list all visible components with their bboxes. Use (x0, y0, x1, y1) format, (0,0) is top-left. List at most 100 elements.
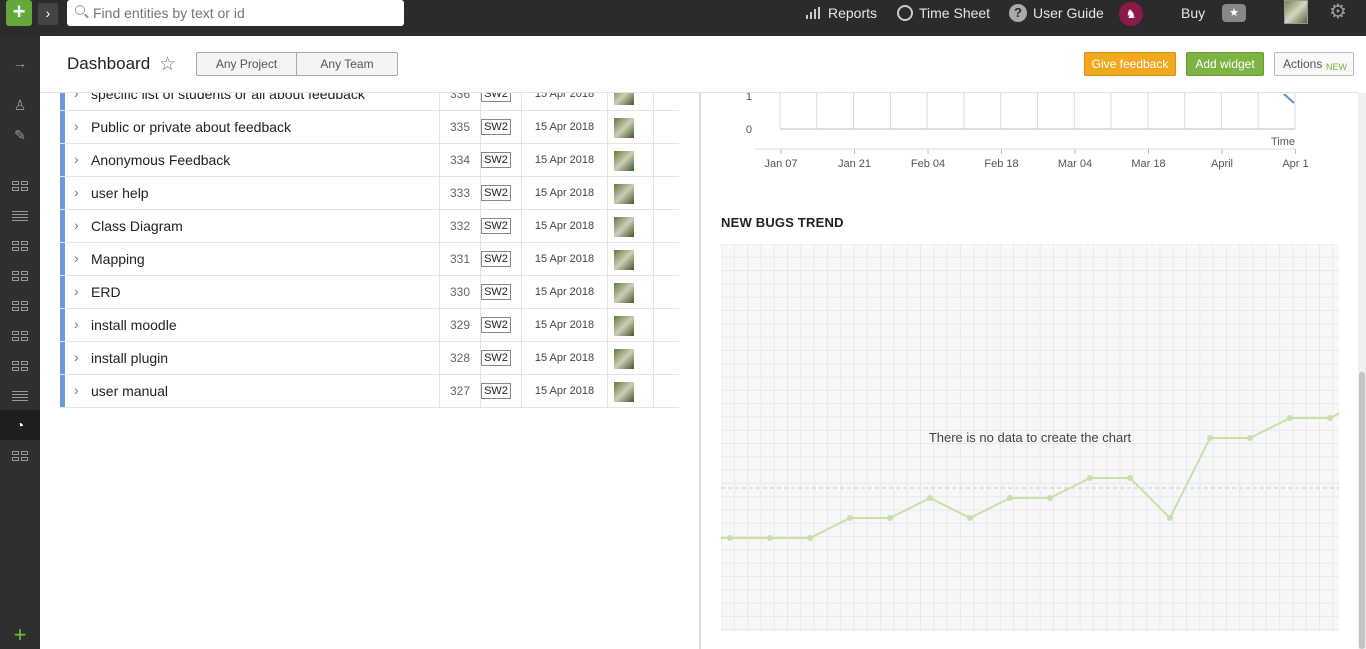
list-item[interactable]: › user manual 327 SW2 15 Apr 2018 (60, 375, 679, 408)
project-tag[interactable]: SW2 (481, 251, 511, 267)
item-name[interactable]: ERD (91, 284, 121, 300)
buy-label: Buy (1181, 5, 1206, 21)
assignee-avatar[interactable] (614, 184, 634, 204)
reports-link[interactable]: Reports (806, 0, 877, 26)
item-id: 330 (439, 276, 480, 308)
add-view-plus-icon[interactable]: + (0, 621, 40, 649)
board-icon[interactable] (0, 290, 40, 320)
row-color-stripe (60, 111, 65, 143)
list-item[interactable]: › user help 333 SW2 15 Apr 2018 (60, 177, 679, 210)
row-end-cell (653, 177, 679, 209)
item-name[interactable]: Class Diagram (91, 218, 183, 234)
dashboard-gauge-icon[interactable]: ◔ (0, 410, 40, 440)
expand-chevron-icon[interactable]: › (74, 316, 79, 332)
locked-board-icon[interactable] (0, 440, 40, 470)
data-point (967, 515, 973, 521)
item-name[interactable]: user help (91, 185, 149, 201)
data-point (727, 535, 733, 541)
project-tag[interactable]: SW2 (481, 317, 511, 333)
project-tag[interactable]: SW2 (481, 350, 511, 366)
tag-cell: SW2 (480, 144, 521, 176)
list-item[interactable]: › Class Diagram 332 SW2 15 Apr 2018 (60, 210, 679, 243)
chat-bubble-icon[interactable]: ★ (1222, 4, 1246, 22)
item-name[interactable]: install plugin (91, 350, 168, 366)
person-icon[interactable]: ♙ (0, 90, 40, 120)
expand-chevron-icon[interactable]: › (74, 283, 79, 299)
list-item[interactable]: › Mapping 331 SW2 15 Apr 2018 (60, 243, 679, 276)
row-color-stripe (60, 177, 65, 209)
item-name[interactable]: Anonymous Feedback (91, 152, 230, 168)
board-icon[interactable] (0, 260, 40, 290)
list-view-icon[interactable] (0, 200, 40, 230)
search-box[interactable] (67, 0, 404, 26)
expand-chevron-icon[interactable]: › (74, 382, 79, 398)
row-end-cell (653, 342, 679, 374)
expand-chevron-icon[interactable]: › (74, 217, 79, 233)
item-date: 15 Apr 2018 (521, 177, 607, 209)
project-tag[interactable]: SW2 (481, 383, 511, 399)
assignee-avatar[interactable] (614, 349, 634, 369)
row-end-cell (653, 210, 679, 242)
list-item[interactable]: › Anonymous Feedback 334 SW2 15 Apr 2018 (60, 144, 679, 177)
data-point (1167, 515, 1173, 521)
any-team-filter[interactable]: Any Team (296, 52, 398, 76)
project-tag[interactable]: SW2 (481, 119, 511, 135)
create-plus-button[interactable]: + (6, 0, 32, 26)
any-project-filter[interactable]: Any Project (196, 52, 297, 76)
scrollbar-thumb[interactable] (1359, 372, 1365, 649)
search-input[interactable] (93, 3, 393, 23)
item-name[interactable]: user manual (91, 383, 168, 399)
item-date: 15 Apr 2018 (521, 243, 607, 275)
assignee-avatar[interactable] (614, 217, 634, 237)
user-guide-link[interactable]: ? User Guide (1009, 0, 1104, 26)
add-widget-button[interactable]: Add widget (1186, 52, 1264, 76)
expand-chevron-icon[interactable]: › (74, 151, 79, 167)
actions-button[interactable]: Actions NEW (1274, 52, 1354, 76)
list-view-icon[interactable] (0, 380, 40, 410)
stopwatch-icon (897, 5, 913, 21)
list-item[interactable]: › ERD 330 SW2 15 Apr 2018 (60, 276, 679, 309)
user-avatar[interactable] (1284, 0, 1308, 24)
assignee-avatar[interactable] (614, 118, 634, 138)
gear-icon[interactable]: ⚙ (1328, 2, 1348, 22)
board-icon[interactable] (0, 170, 40, 200)
top-bar: + › Reports Time Sheet ? User Guide ♞ Bu… (0, 0, 1366, 36)
jester-badge-icon[interactable]: ♞ (1119, 2, 1143, 26)
item-name[interactable]: Public or private about feedback (91, 119, 291, 135)
assignee-avatar[interactable] (614, 283, 634, 303)
project-tag[interactable]: SW2 (481, 218, 511, 234)
reports-label: Reports (828, 5, 878, 21)
expand-chevron-icon[interactable]: › (74, 118, 79, 134)
expand-chevron-icon[interactable]: › (74, 349, 79, 365)
tag-cell: SW2 (480, 111, 521, 143)
tag-cell: SW2 (480, 243, 521, 275)
item-date: 15 Apr 2018 (521, 210, 607, 242)
assignee-avatar[interactable] (614, 382, 634, 402)
list-item[interactable]: › Public or private about feedback 335 SW2 1… (60, 111, 679, 144)
buy-link[interactable]: Buy (1181, 0, 1205, 26)
give-feedback-button[interactable]: Give feedback (1084, 52, 1176, 76)
assignee-avatar[interactable] (614, 151, 634, 171)
expand-chevron-icon[interactable]: › (74, 250, 79, 266)
project-tag[interactable]: SW2 (481, 152, 511, 168)
list-item[interactable]: › install plugin 328 SW2 15 Apr 2018 (60, 342, 679, 375)
arrow-right-icon[interactable]: → (0, 48, 40, 78)
item-name[interactable]: install moodle (91, 317, 177, 333)
favorite-star-icon[interactable]: ☆ (159, 53, 176, 76)
expand-menu-button[interactable]: › (38, 3, 58, 25)
project-tag[interactable]: SW2 (481, 185, 511, 201)
assignee-avatar[interactable] (614, 250, 634, 270)
data-point (1327, 415, 1333, 421)
item-name[interactable]: Mapping (91, 251, 145, 267)
project-tag[interactable]: SW2 (481, 284, 511, 300)
expand-chevron-icon[interactable]: › (74, 184, 79, 200)
board-icon[interactable] (0, 350, 40, 380)
item-date: 15 Apr 2018 (521, 144, 607, 176)
list-item[interactable]: › install moodle 329 SW2 15 Apr 2018 (60, 309, 679, 342)
board-icon[interactable] (0, 320, 40, 350)
board-icon[interactable] (0, 230, 40, 260)
pen-list-icon[interactable]: ✎ (0, 120, 40, 150)
tag-cell: SW2 (480, 342, 521, 374)
assignee-avatar[interactable] (614, 316, 634, 336)
timesheet-link[interactable]: Time Sheet (897, 0, 990, 26)
